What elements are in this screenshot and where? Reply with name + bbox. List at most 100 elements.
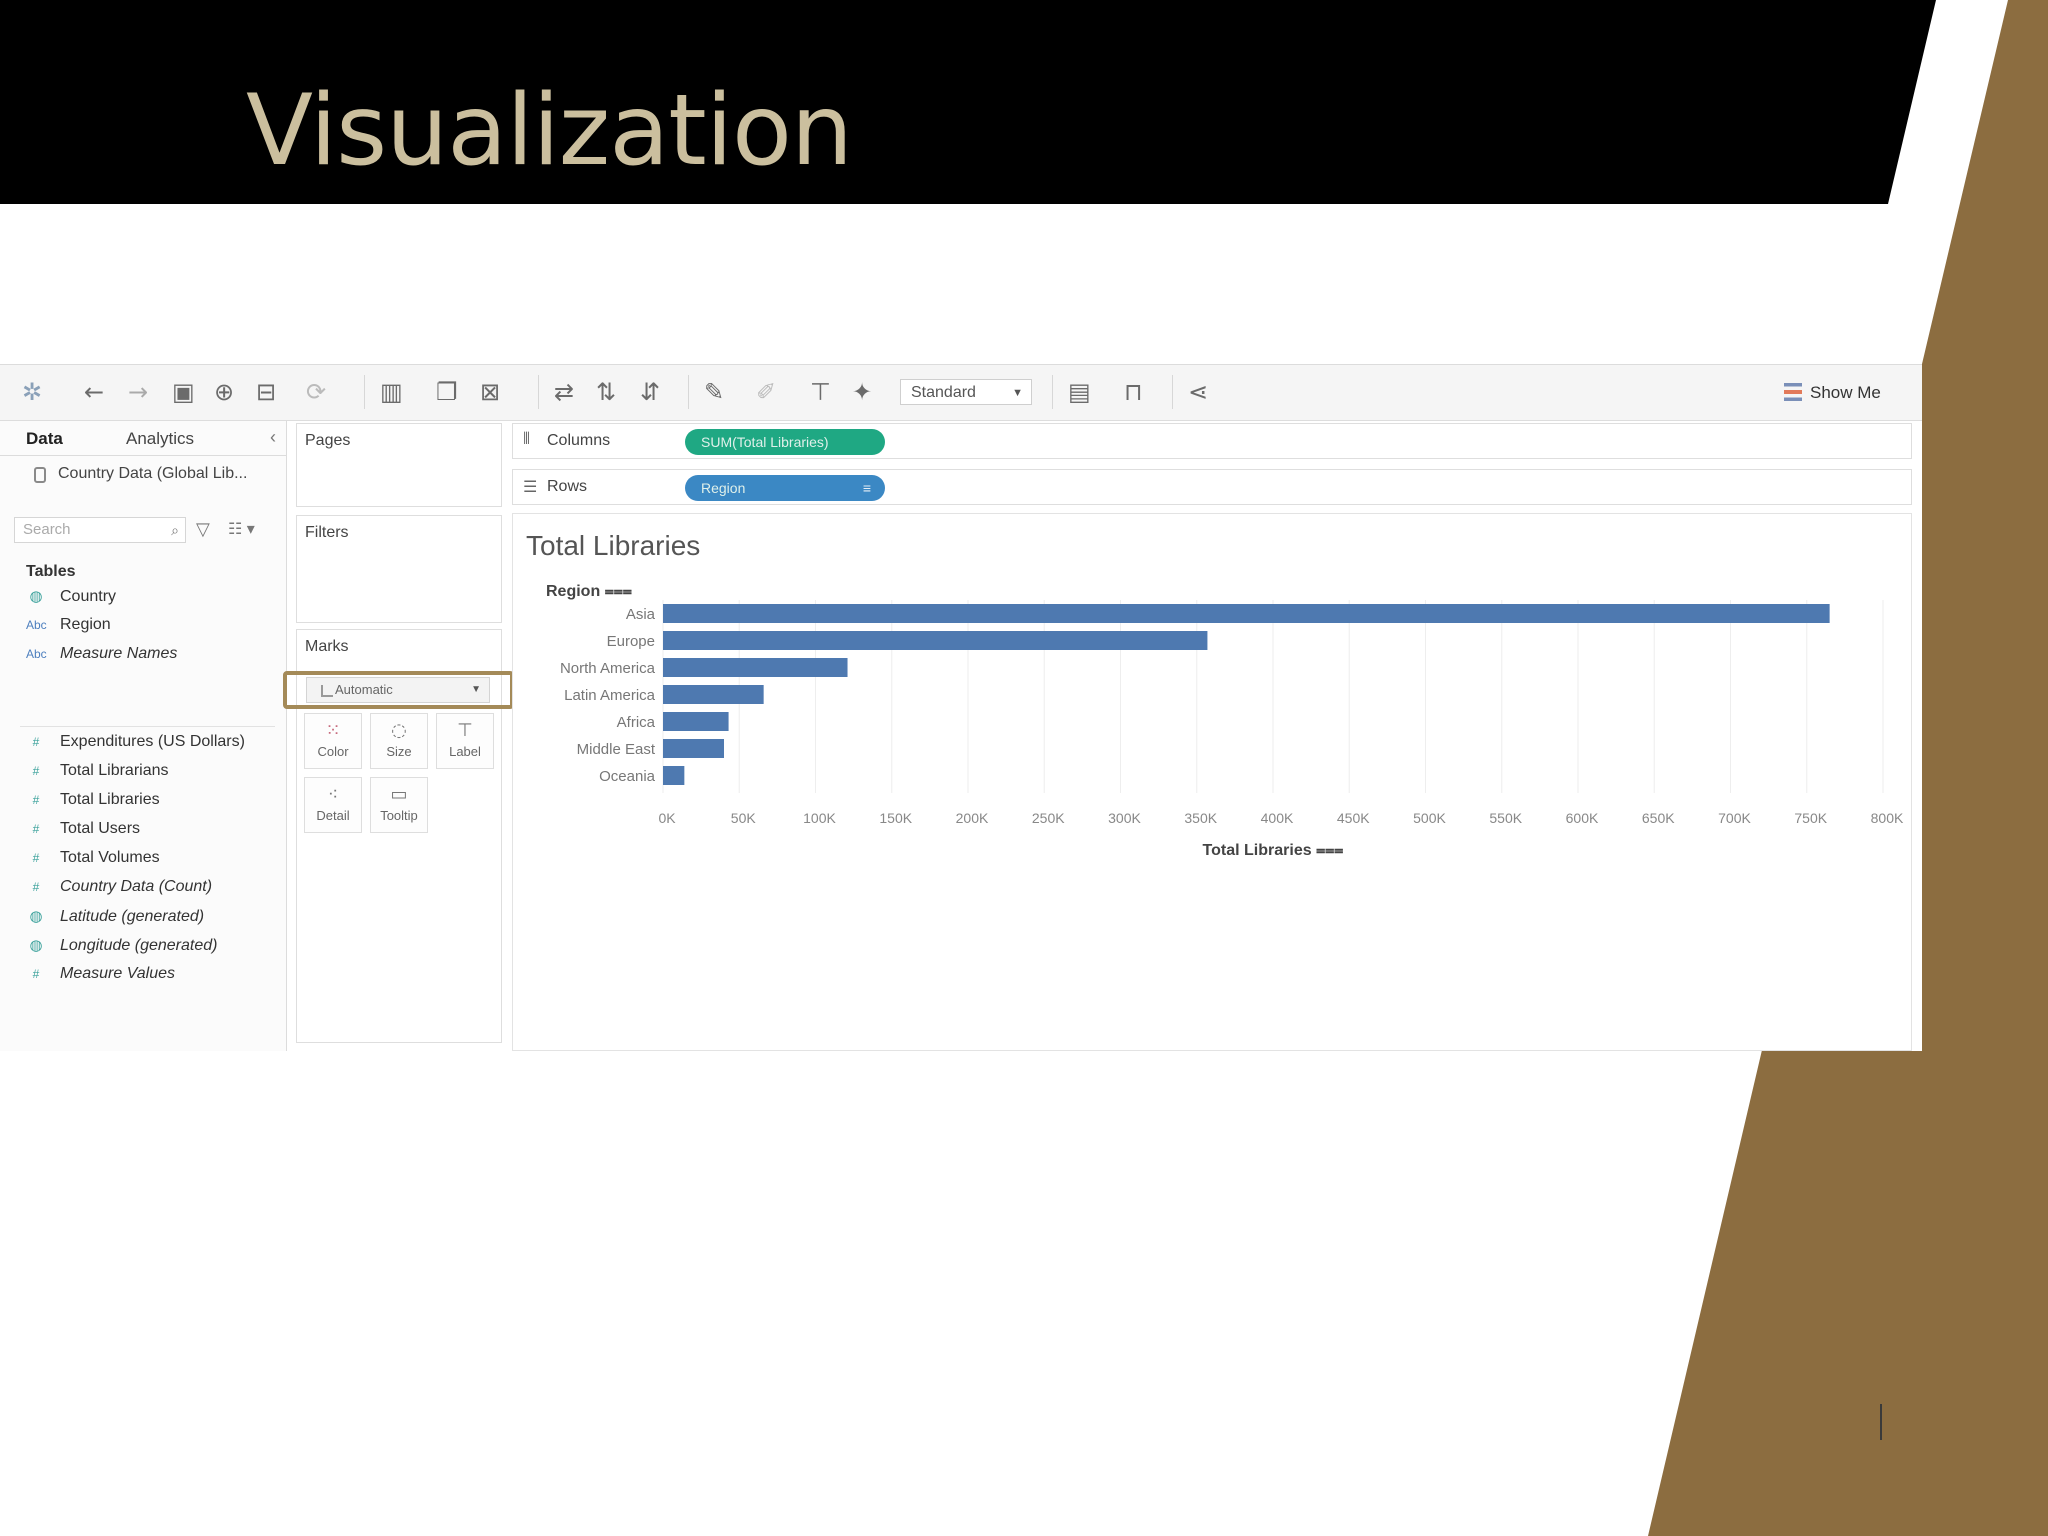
redo-icon[interactable]: → xyxy=(128,379,148,405)
fix-axes-icon[interactable]: ✦ xyxy=(852,379,872,405)
globe-icon: ◍ xyxy=(29,908,43,925)
x-tick-label: 450K xyxy=(1337,810,1370,826)
show-me-button[interactable]: Show Me xyxy=(1784,380,1881,406)
x-tick-label: 650K xyxy=(1642,810,1675,826)
field-longitude[interactable]: ◍ Longitude (generated) xyxy=(26,936,217,960)
number-type-icon: # xyxy=(32,880,40,894)
sort-descending-icon[interactable]: ⇵ xyxy=(640,379,660,405)
row-header: Region ⩶ xyxy=(546,583,632,600)
label-mark-button[interactable]: ⊤ Label xyxy=(436,713,494,769)
number-type-icon: # xyxy=(32,851,40,865)
field-total-users[interactable]: # Total Users xyxy=(26,820,140,844)
x-tick-label: 50K xyxy=(731,810,757,826)
size-mark-button[interactable]: ◌ Size xyxy=(370,713,428,769)
field-search-input[interactable]: Search ⌕ xyxy=(14,517,186,543)
tab-analytics[interactable]: Analytics xyxy=(126,429,194,449)
sort-ascending-icon[interactable]: ⇅ xyxy=(596,379,616,405)
view-options-icon[interactable]: ☷ ▾ xyxy=(228,519,255,539)
number-type-icon: # xyxy=(32,735,40,749)
field-expenditures[interactable]: # Expenditures (US Dollars) xyxy=(26,733,245,757)
tab-data[interactable]: Data xyxy=(26,429,63,449)
toolbar-separator xyxy=(1172,375,1173,409)
category-label: Europe xyxy=(607,633,655,650)
group-members-icon[interactable]: ✐ xyxy=(756,379,776,405)
toolbar-separator xyxy=(1052,375,1053,409)
filters-card-title: Filters xyxy=(305,524,349,541)
x-tick-label: 350K xyxy=(1184,810,1217,826)
collapse-pane-icon[interactable]: ‹ xyxy=(270,427,276,448)
rows-shelf[interactable]: ☰ Rows Region ≡ xyxy=(512,469,1912,505)
category-label: Asia xyxy=(626,606,656,623)
bar xyxy=(663,685,764,704)
pages-card[interactable]: Pages xyxy=(296,423,502,507)
field-divider xyxy=(20,726,275,727)
pages-card-title: Pages xyxy=(305,432,351,449)
new-worksheet-icon[interactable]: ▥ xyxy=(380,379,403,405)
search-placeholder: Search xyxy=(23,521,71,538)
color-mark-button[interactable]: ⁙ Color xyxy=(304,713,362,769)
tables-header: Tables xyxy=(26,563,76,580)
category-label: Africa xyxy=(617,714,656,731)
accent-band-bottom xyxy=(1648,1050,2048,1536)
swap-rows-columns-icon[interactable]: ⇄ xyxy=(554,379,574,405)
filters-card[interactable]: Filters xyxy=(296,515,502,623)
x-tick-label: 750K xyxy=(1794,810,1827,826)
x-tick-label: 0K xyxy=(658,810,676,826)
field-total-librarians[interactable]: # Total Librarians xyxy=(26,762,169,786)
x-tick-label: 550K xyxy=(1489,810,1522,826)
data-source-name[interactable]: Country Data (Global Lib... xyxy=(58,465,247,483)
string-type-icon: Abc xyxy=(26,647,47,661)
accent-band-top xyxy=(1922,0,2048,1050)
highlight-icon[interactable]: ✎ xyxy=(704,379,724,405)
size-icon: ◌ xyxy=(391,720,407,741)
field-latitude[interactable]: ◍ Latitude (generated) xyxy=(26,907,204,931)
tableau-logo-icon[interactable]: ✲ xyxy=(22,379,42,405)
toolbar-separator xyxy=(688,375,689,409)
fit-select[interactable]: Standard ▼ xyxy=(900,379,1032,405)
slide-title: Visualization xyxy=(246,74,853,188)
category-label: North America xyxy=(560,660,656,677)
field-total-volumes[interactable]: # Total Volumes xyxy=(26,849,160,873)
rows-shelf-label: Rows xyxy=(547,478,588,495)
columns-pill[interactable]: SUM(Total Libraries) xyxy=(685,429,885,455)
search-icon: ⌕ xyxy=(171,522,179,538)
field-measure-names[interactable]: Abc Measure Names xyxy=(26,645,177,669)
detail-mark-button[interactable]: ⁖ Detail xyxy=(304,777,362,833)
category-label: Oceania xyxy=(599,768,656,785)
field-country-data-count[interactable]: # Country Data (Count) xyxy=(26,878,212,902)
undo-icon[interactable]: ← xyxy=(84,379,104,405)
x-axis-label: Total Libraries ⩶ xyxy=(1203,842,1344,859)
field-total-libraries[interactable]: # Total Libraries xyxy=(26,791,160,815)
show-me-label: Show Me xyxy=(1810,383,1881,402)
toolbar-separator xyxy=(538,375,539,409)
tooltip-mark-button[interactable]: ▭ Tooltip xyxy=(370,777,428,833)
new-data-source-icon[interactable]: ⊕ xyxy=(214,379,234,405)
field-country[interactable]: ◍ Country xyxy=(26,587,116,611)
data-pane-tabs: Data Analytics ‹ xyxy=(0,421,286,456)
rows-icon: ☰ xyxy=(523,479,538,496)
rows-pill[interactable]: Region ≡ xyxy=(685,475,885,501)
clear-sheet-icon[interactable]: ⊠ xyxy=(480,379,500,405)
x-tick-label: 250K xyxy=(1032,810,1065,826)
duplicate-sheet-icon[interactable]: ❐ xyxy=(436,379,458,405)
pause-updates-icon[interactable]: ⊟ xyxy=(256,379,276,405)
columns-icon: ⦀ xyxy=(523,431,531,448)
label-icon: ⊤ xyxy=(457,720,473,741)
refresh-icon[interactable]: ⟳ xyxy=(306,379,326,405)
x-tick-label: 300K xyxy=(1108,810,1141,826)
filter-fields-icon[interactable]: ▽ xyxy=(196,519,210,540)
save-icon[interactable]: ▣ xyxy=(172,379,195,405)
x-tick-label: 100K xyxy=(803,810,836,826)
share-icon[interactable]: ⋖ xyxy=(1188,379,1208,405)
bar xyxy=(663,658,848,677)
field-measure-values[interactable]: # Measure Values xyxy=(26,965,175,989)
field-region[interactable]: Abc Region xyxy=(26,616,111,640)
globe-icon: ◍ xyxy=(29,588,43,605)
toolbar: ✲ ← → ▣ ⊕ ⊟ ⟳ ▥ ❐ ⊠ ⇄ ⇅ ⇵ ✎ ✐ ⊤ ✦ Standa… xyxy=(0,365,1922,421)
tooltip-icon: ▭ xyxy=(390,784,408,805)
columns-shelf[interactable]: ⦀ Columns SUM(Total Libraries) xyxy=(512,423,1912,459)
show-mark-labels-icon[interactable]: ⊤ xyxy=(810,379,831,405)
show-cards-icon[interactable]: ▤ xyxy=(1068,379,1091,405)
bar xyxy=(663,712,729,731)
presentation-mode-icon[interactable]: ⊓ xyxy=(1124,379,1143,405)
